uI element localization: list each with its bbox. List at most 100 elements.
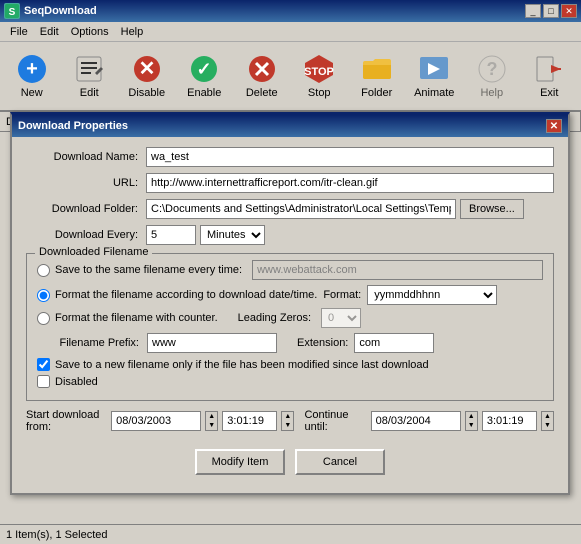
radio3-label: Format the filename with counter. <box>55 312 218 324</box>
every-row: Download Every: Minutes Hours Days <box>26 225 554 245</box>
edit-icon <box>73 53 105 85</box>
svg-text:STOP: STOP <box>304 66 334 78</box>
toolbar-stop-button[interactable]: STOP Stop <box>292 46 348 106</box>
toolbar: + New Edit ✕ Disable <box>0 42 581 112</box>
modified-checkbox[interactable] <box>37 358 50 371</box>
end-time-spinner[interactable]: ▲ ▼ <box>541 411 554 431</box>
end-date-up[interactable]: ▲ <box>466 412 477 421</box>
menu-help[interactable]: Help <box>115 24 150 40</box>
interval-select[interactable]: Minutes Hours Days <box>200 225 265 245</box>
datetime-row: Start download from: ▲ ▼ ▲ ▼ Continue un… <box>26 409 554 433</box>
toolbar-edit-button[interactable]: Edit <box>62 46 118 106</box>
start-date-up[interactable]: ▲ <box>206 412 217 421</box>
radio3-input[interactable] <box>37 312 50 325</box>
title-bar-left: S SeqDownload <box>4 3 97 19</box>
toolbar-new-button[interactable]: + New <box>4 46 60 106</box>
radio2-label: Format the filename according to downloa… <box>55 289 317 301</box>
format-select[interactable]: yymmddhhnn yyyymmddhhnn ddmmyy <box>367 285 497 305</box>
url-input[interactable] <box>146 173 554 193</box>
start-date-input[interactable] <box>111 411 201 431</box>
end-date-spinner[interactable]: ▲ ▼ <box>465 411 478 431</box>
toolbar-exit-label: Exit <box>540 87 558 99</box>
radio2-input[interactable] <box>37 289 50 302</box>
folder-label: Download Folder: <box>26 203 146 215</box>
start-time-up[interactable]: ▲ <box>282 412 293 421</box>
modify-item-button[interactable]: Modify Item <box>195 449 285 475</box>
dialog-close-button[interactable]: ✕ <box>546 119 562 133</box>
prefix-input[interactable] <box>147 333 277 353</box>
every-label: Download Every: <box>26 229 146 241</box>
svg-text:✓: ✓ <box>197 59 212 79</box>
status-text: 1 Item(s), 1 Selected <box>6 529 108 541</box>
disable-icon: ✕ <box>131 53 163 85</box>
title-bar: S SeqDownload _ □ ✕ <box>0 0 581 22</box>
checkbox1-label: Save to a new filename only if the file … <box>55 359 429 371</box>
end-time-up[interactable]: ▲ <box>542 412 553 421</box>
continue-label: Continue until: <box>304 409 360 433</box>
start-date-spinner[interactable]: ▲ ▼ <box>205 411 218 431</box>
toolbar-animate-button[interactable]: Animate <box>407 46 463 106</box>
prefix-label: Filename Prefix: <box>37 337 147 349</box>
new-icon: + <box>16 53 48 85</box>
radio1-label: Save to the same filename every time: <box>55 264 242 276</box>
menu-edit[interactable]: Edit <box>34 24 65 40</box>
toolbar-folder-button[interactable]: Folder <box>349 46 405 106</box>
svg-text:?: ? <box>486 59 497 79</box>
app-icon: S <box>4 3 20 19</box>
radio1-input[interactable] <box>37 264 50 277</box>
toolbar-exit-button[interactable]: Exit <box>522 46 578 106</box>
status-bar: 1 Item(s), 1 Selected <box>0 524 581 544</box>
toolbar-new-label: New <box>21 87 43 99</box>
radio1-row: Save to the same filename every time: <box>37 260 543 280</box>
svg-text:S: S <box>9 7 16 18</box>
animate-icon <box>418 53 450 85</box>
toolbar-stop-label: Stop <box>308 87 331 99</box>
delete-icon <box>246 53 278 85</box>
leading-zeros-section: Leading Zeros: 0 <box>238 308 361 328</box>
every-input[interactable] <box>146 225 196 245</box>
maximize-button[interactable]: □ <box>543 4 559 18</box>
dialog-title: Download Properties <box>18 120 128 132</box>
browse-button[interactable]: Browse... <box>460 199 524 219</box>
folder-input[interactable] <box>146 199 456 219</box>
start-date-down[interactable]: ▼ <box>206 421 217 430</box>
end-date-down[interactable]: ▼ <box>466 421 477 430</box>
checkbox2-label: Disabled <box>55 376 98 388</box>
format-section: Format: yymmddhhnn yyyymmddhhnn ddmmyy <box>323 285 497 305</box>
end-date-input[interactable] <box>371 411 461 431</box>
end-time-down[interactable]: ▼ <box>542 421 553 430</box>
close-button[interactable]: ✕ <box>561 4 577 18</box>
start-label: Start download from: <box>26 409 107 433</box>
toolbar-enable-button[interactable]: ✓ Enable <box>177 46 233 106</box>
prefix-row: Filename Prefix: Extension: <box>37 333 543 353</box>
download-properties-dialog: Download Properties ✕ Download Name: URL… <box>10 112 570 495</box>
cancel-button[interactable]: Cancel <box>295 449 385 475</box>
svg-text:+: + <box>26 58 38 80</box>
minimize-button[interactable]: _ <box>525 4 541 18</box>
menu-file[interactable]: File <box>4 24 34 40</box>
radio2-row: Format the filename according to downloa… <box>37 285 543 305</box>
download-name-input[interactable] <box>146 147 554 167</box>
url-label: URL: <box>26 177 146 189</box>
format-label: Format: <box>323 289 361 301</box>
group-title: Downloaded Filename <box>35 246 152 258</box>
toolbar-help-button[interactable]: ? Help <box>464 46 520 106</box>
radio1-value-input[interactable] <box>252 260 543 280</box>
toolbar-delete-button[interactable]: Delete <box>234 46 290 106</box>
extension-input[interactable] <box>354 333 434 353</box>
end-time-input[interactable] <box>482 411 537 431</box>
menu-options[interactable]: Options <box>65 24 115 40</box>
toolbar-disable-button[interactable]: ✕ Disable <box>119 46 175 106</box>
leading-zeros-select[interactable]: 0 <box>321 308 361 328</box>
disabled-checkbox[interactable] <box>37 375 50 388</box>
toolbar-edit-label: Edit <box>80 87 99 99</box>
svg-text:✕: ✕ <box>138 58 155 80</box>
app-title: SeqDownload <box>24 5 97 17</box>
url-row: URL: <box>26 173 554 193</box>
toolbar-delete-label: Delete <box>246 87 278 99</box>
start-time-spinner[interactable]: ▲ ▼ <box>281 411 294 431</box>
toolbar-folder-label: Folder <box>361 87 392 99</box>
exit-icon <box>533 53 565 85</box>
start-time-down[interactable]: ▼ <box>282 421 293 430</box>
start-time-input[interactable] <box>222 411 277 431</box>
